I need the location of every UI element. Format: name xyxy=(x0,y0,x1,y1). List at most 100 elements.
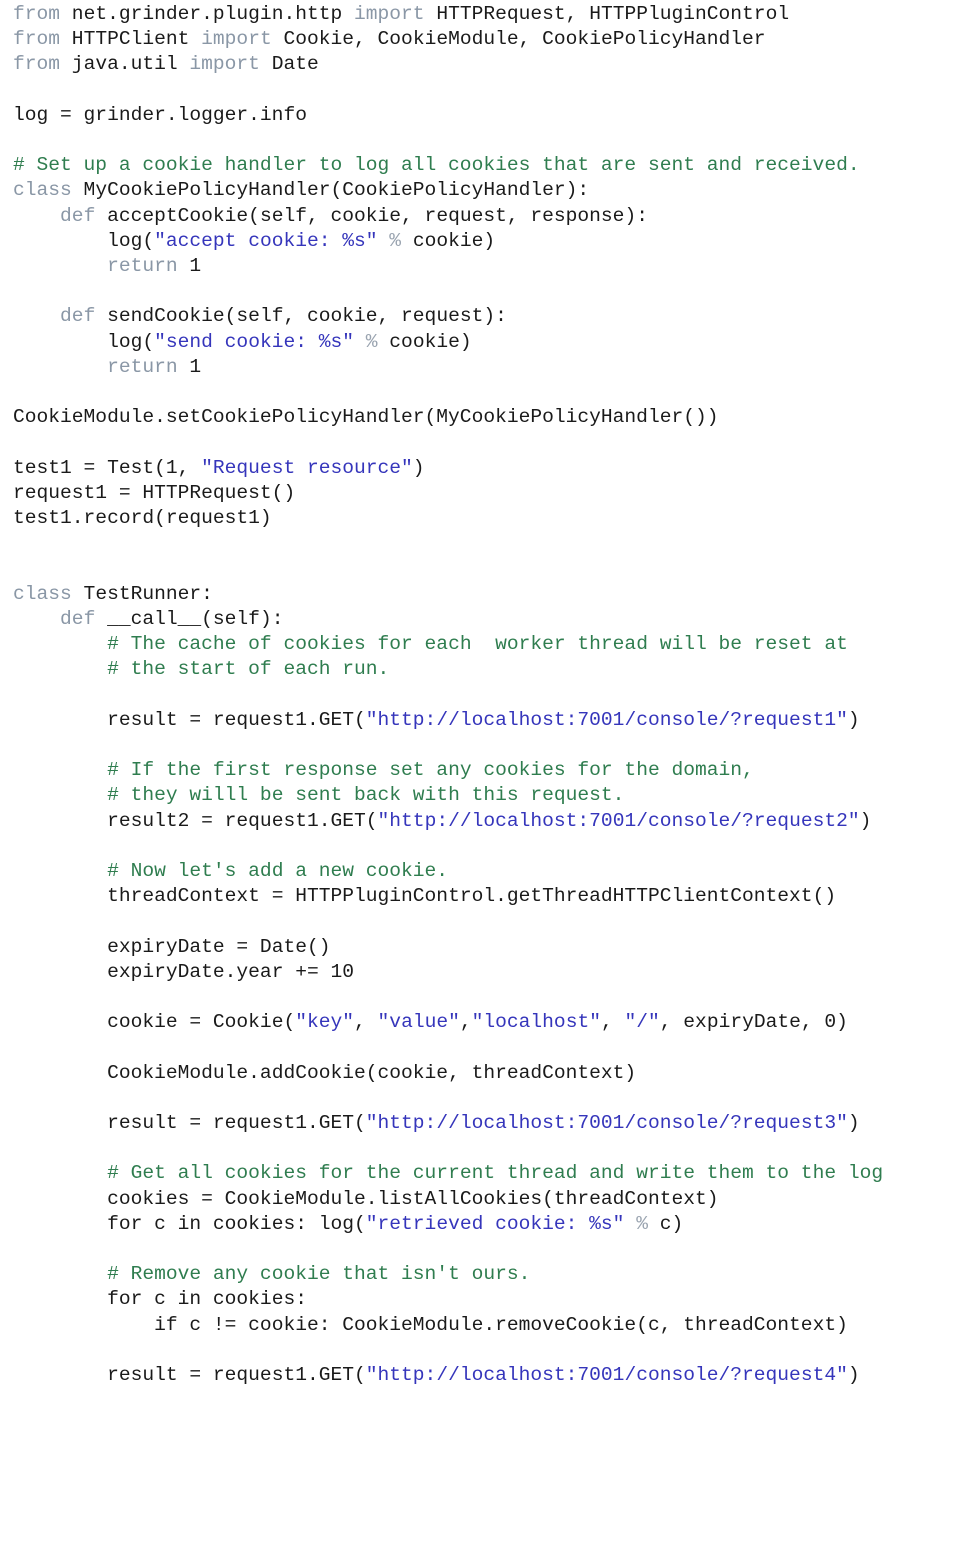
code-token-def: test1 = Test(1, xyxy=(13,456,202,479)
code-token-def: cookie) xyxy=(389,330,472,353)
code-token-kw: import xyxy=(201,28,272,51)
code-token-def xyxy=(13,305,60,327)
code-line: log = grinder.logger.info xyxy=(13,103,960,128)
code-token-kw: from xyxy=(13,28,61,51)
code-line: ​ xyxy=(13,1338,960,1363)
code-line: ​ xyxy=(13,78,960,103)
code-line: CookieModule.addCookie(cookie, threadCon… xyxy=(13,1061,960,1086)
code-token-str: "send cookie: %s" xyxy=(154,330,355,353)
code-line: # the start of each run. xyxy=(13,657,960,682)
code-token-def: , expiryDate, 0) xyxy=(659,1011,848,1034)
code-token-kw: import xyxy=(354,3,425,25)
code-token-def: result2 = request1.GET( xyxy=(13,809,378,832)
code-token-str: "http://localhost:7001/console/?request2… xyxy=(377,809,860,832)
code-line: ​ xyxy=(13,556,960,581)
code-token-def: ) xyxy=(847,1363,860,1386)
code-line: ​ xyxy=(13,1237,960,1262)
code-token-kw: def xyxy=(60,607,96,630)
code-line: from net.grinder.plugin.http import HTTP… xyxy=(13,2,960,27)
code-token-kw: def xyxy=(60,305,96,328)
code-line: request1 = HTTPRequest() xyxy=(13,481,960,506)
code-token-kw: return xyxy=(107,255,178,278)
code-line: expiryDate.year += 10 xyxy=(13,960,960,985)
code-token-str: "http://localhost:7001/console/?request3… xyxy=(365,1111,848,1134)
code-token-def: sendCookie(self, cookie, request): xyxy=(95,305,507,328)
code-token-def: __call__(self): xyxy=(95,607,284,630)
code-line: log("send cookie: %s" % cookie) xyxy=(13,330,960,355)
code-line: return 1 xyxy=(13,254,960,279)
code-token-com: # they willl be sent back with this requ… xyxy=(107,784,625,807)
code-token-def: TestRunner: xyxy=(71,582,213,605)
code-token-def: if c != cookie: CookieModule.removeCooki… xyxy=(13,1313,848,1336)
code-token-def xyxy=(13,205,60,227)
code-token-def: 1 xyxy=(177,355,202,378)
code-token-def: cookies = CookieModule.listAllCookies(th… xyxy=(13,1187,719,1210)
code-token-str: "http://localhost:7001/console/?request1… xyxy=(365,708,848,731)
code-token-def: expiryDate.year += 10 xyxy=(13,960,354,983)
code-line: result = request1.GET("http://localhost:… xyxy=(13,708,960,733)
code-token-def: expiryDate = Date() xyxy=(13,935,331,958)
code-token-def: threadContext = HTTPPluginControl.getThr… xyxy=(13,885,837,908)
code-line: from java.util import Date xyxy=(13,52,960,77)
code-line: ​ xyxy=(13,1086,960,1111)
code-token-def: cookie) xyxy=(412,229,496,252)
code-token-def xyxy=(13,784,107,806)
code-token-str: "localhost" xyxy=(471,1011,601,1034)
code-line: ​ xyxy=(13,733,960,758)
code-token-def: log = grinder.logger.info xyxy=(13,103,307,126)
code-line: class TestRunner: xyxy=(13,582,960,607)
code-line: # Get all cookies for the current thread… xyxy=(13,1161,960,1186)
code-token-def: for c in cookies: log( xyxy=(13,1212,366,1235)
code-token-def: HTTPRequest, HTTPPluginControl xyxy=(424,3,790,25)
code-token-def: result = request1.GET( xyxy=(13,1363,366,1386)
code-token-def: CookieModule.addCookie(cookie, threadCon… xyxy=(13,1061,637,1084)
code-line: # Remove any cookie that isn't ours. xyxy=(13,1262,960,1287)
code-token-str: "value" xyxy=(377,1011,460,1034)
code-line: def sendCookie(self, cookie, request): xyxy=(13,304,960,329)
code-line: ​ xyxy=(13,531,960,556)
code-token-def: ) xyxy=(847,708,860,731)
code-token-def xyxy=(13,658,107,680)
code-token-def: log( xyxy=(13,330,155,353)
code-token-def: java.util xyxy=(60,53,190,76)
code-line: def acceptCookie(self, cookie, request, … xyxy=(13,204,960,229)
code-line: ​ xyxy=(13,1035,960,1060)
code-token-kw: class xyxy=(13,179,72,202)
code-token-def xyxy=(13,356,107,378)
code-line: ​ xyxy=(13,1136,960,1161)
code-line: # Set up a cookie handler to log all coo… xyxy=(13,153,960,178)
code-token-def: CookieModule.setCookiePolicyHandler(MyCo… xyxy=(13,406,719,429)
code-token-com: # Get all cookies for the current thread… xyxy=(107,1162,884,1185)
code-line: cookies = CookieModule.listAllCookies(th… xyxy=(13,1187,960,1212)
code-token-def xyxy=(13,860,107,882)
code-line: ​ xyxy=(13,380,960,405)
code-line: threadContext = HTTPPluginControl.getThr… xyxy=(13,884,960,909)
code-listing: from net.grinder.plugin.http import HTTP… xyxy=(0,0,960,1388)
code-token-str: "retrieved cookie: %s" xyxy=(365,1212,625,1235)
code-line: log("accept cookie: %s" % cookie) xyxy=(13,229,960,254)
code-token-def: log( xyxy=(13,229,155,252)
code-token-def: cookie = Cookie( xyxy=(13,1011,296,1034)
code-token-def: MyCookiePolicyHandler(CookiePolicyHandle… xyxy=(71,179,590,202)
code-token-kw: class xyxy=(13,582,72,605)
code-line: ​ xyxy=(13,909,960,934)
code-token-str: "/" xyxy=(624,1011,660,1034)
code-token-kw: def xyxy=(60,204,96,227)
code-line: test1.record(request1) xyxy=(13,506,960,531)
code-line: ​ xyxy=(13,128,960,153)
code-token-str: "key" xyxy=(295,1011,355,1034)
code-token-str: "Request resource" xyxy=(201,456,413,479)
code-token-com: # the start of each run. xyxy=(107,658,390,681)
code-token-kw: from xyxy=(13,3,61,25)
code-token-op: % xyxy=(377,229,413,252)
code-token-def xyxy=(13,1162,107,1184)
code-line: for c in cookies: log("retrieved cookie:… xyxy=(13,1212,960,1237)
code-token-def: acceptCookie(self, cookie, request, resp… xyxy=(95,204,648,227)
code-token-com: # Remove any cookie that isn't ours. xyxy=(107,1263,531,1286)
code-token-def: , xyxy=(354,1011,378,1034)
code-token-def xyxy=(13,255,107,277)
code-line: cookie = Cookie("key", "value","localhos… xyxy=(13,1010,960,1035)
code-line: from HTTPClient import Cookie, CookieMod… xyxy=(13,27,960,52)
code-token-kw: from xyxy=(13,53,61,76)
code-line: if c != cookie: CookieModule.removeCooki… xyxy=(13,1313,960,1338)
